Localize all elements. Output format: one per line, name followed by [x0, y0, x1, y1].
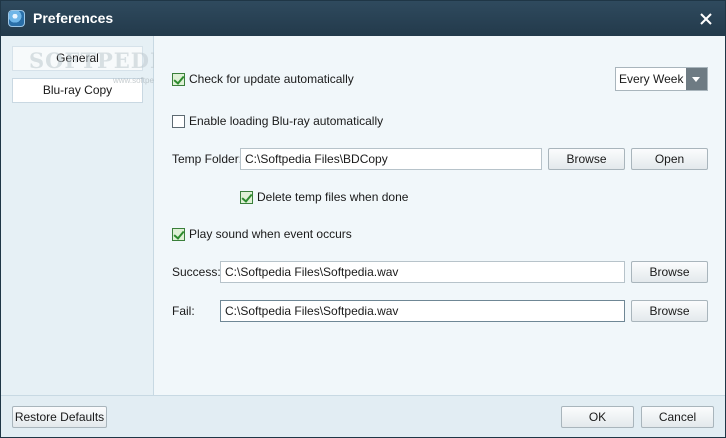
enable-loading-checkbox[interactable]	[172, 114, 185, 128]
play-sound-label: Play sound when event occurs	[189, 227, 352, 241]
sidebar-item-blu-ray-copy[interactable]: Blu-ray Copy	[12, 78, 143, 103]
close-icon[interactable]	[695, 8, 717, 30]
check-update-row: Check for update automatically	[172, 71, 354, 87]
success-sound-input[interactable]: C:\Softpedia Files\Softpedia.wav	[220, 261, 625, 283]
success-label: Success:	[172, 265, 221, 279]
enable-loading-label: Enable loading Blu-ray automatically	[189, 114, 384, 128]
temp-folder-browse-button[interactable]: Browse	[548, 148, 625, 170]
preferences-window: Preferences General Blu-ray Copy SOFTPED…	[0, 0, 726, 438]
temp-folder-input[interactable]: C:\Softpedia Files\BDCopy	[240, 148, 542, 170]
title-bar[interactable]: Preferences	[1, 1, 725, 36]
delete-temp-row: Delete temp files when done	[240, 189, 408, 205]
play-sound-checkbox[interactable]	[172, 227, 185, 241]
temp-folder-label: Temp Folder:	[172, 152, 243, 166]
enable-loading-row: Enable loading Blu-ray automatically	[172, 113, 383, 129]
delete-temp-label: Delete temp files when done	[257, 190, 409, 204]
play-sound-row: Play sound when event occurs	[172, 226, 352, 242]
chevron-down-icon[interactable]	[686, 68, 707, 90]
delete-temp-checkbox[interactable]	[240, 190, 253, 204]
window-title: Preferences	[33, 10, 114, 26]
restore-defaults-button[interactable]: Restore Defaults	[12, 406, 107, 428]
fail-sound-input[interactable]: C:\Softpedia Files\Softpedia.wav	[220, 300, 625, 322]
general-settings-panel: Check for update automatically Every Wee…	[154, 36, 725, 395]
check-update-checkbox[interactable]	[172, 72, 185, 86]
dialog-footer: Restore Defaults OK Cancel	[1, 395, 725, 437]
cancel-button[interactable]: Cancel	[641, 406, 714, 428]
update-frequency-select[interactable]: Every Week	[615, 67, 708, 91]
update-frequency-value: Every Week	[619, 72, 684, 86]
check-update-label: Check for update automatically	[189, 72, 354, 86]
fail-browse-button[interactable]: Browse	[631, 300, 708, 322]
temp-folder-open-button[interactable]: Open	[631, 148, 708, 170]
success-browse-button[interactable]: Browse	[631, 261, 708, 283]
sidebar: General Blu-ray Copy SOFTPEDIA www.softp…	[1, 36, 182, 395]
sidebar-item-general[interactable]: General	[12, 46, 143, 71]
ok-button[interactable]: OK	[561, 406, 634, 428]
fail-label: Fail:	[172, 304, 195, 318]
app-icon	[8, 10, 25, 27]
